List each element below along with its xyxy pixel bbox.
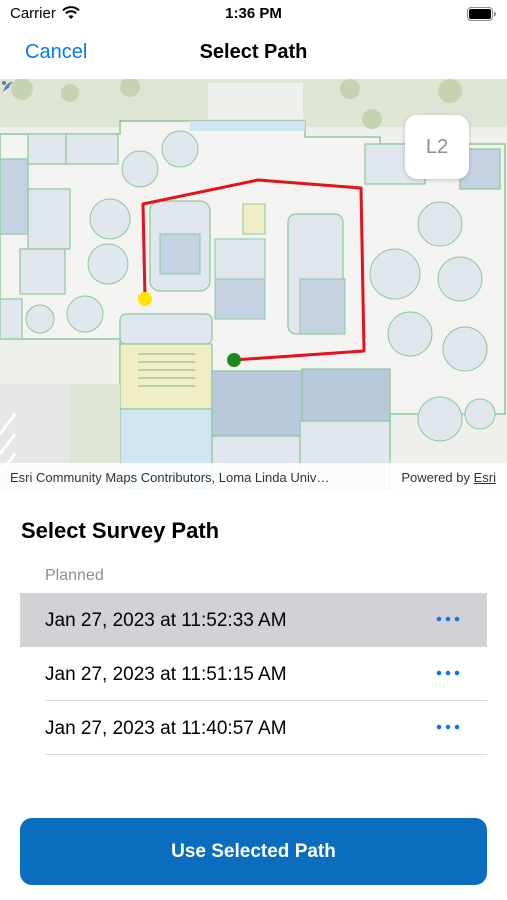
powered-by-prefix: Powered by bbox=[401, 470, 470, 485]
path-row[interactable]: Jan 27, 2023 at 11:51:15 AM bbox=[20, 647, 487, 701]
battery-icon bbox=[467, 7, 496, 21]
path-row[interactable]: Jan 27, 2023 at 11:52:33 AM bbox=[20, 593, 487, 647]
map-attribution: Esri Community Maps Contributors, Loma L… bbox=[0, 463, 507, 490]
more-options-icon[interactable] bbox=[434, 607, 462, 631]
esri-logo-icon bbox=[2, 81, 13, 92]
path-row-label: Jan 27, 2023 at 11:52:33 AM bbox=[45, 610, 287, 631]
status-bar: Carrier 1:36 PM bbox=[0, 0, 507, 28]
status-time: 1:36 PM bbox=[225, 5, 282, 22]
use-selected-path-button[interactable]: Use Selected Path bbox=[20, 818, 487, 885]
survey-path-list: Jan 27, 2023 at 11:52:33 AM Jan 27, 2023… bbox=[20, 593, 487, 755]
floor-selector-button[interactable]: L2 bbox=[405, 115, 469, 179]
path-row-label: Jan 27, 2023 at 11:40:57 AM bbox=[45, 718, 287, 739]
esri-link[interactable]: Esri bbox=[474, 470, 496, 485]
navigation-bar: Cancel Select Path bbox=[0, 28, 507, 78]
path-row[interactable]: Jan 27, 2023 at 11:40:57 AM bbox=[20, 701, 487, 755]
attribution-text: Esri Community Maps Contributors, Loma L… bbox=[10, 470, 330, 485]
path-end-marker bbox=[227, 353, 241, 367]
page-title: Select Path bbox=[199, 41, 308, 63]
row-divider bbox=[45, 754, 487, 755]
path-row-label: Jan 27, 2023 at 11:51:15 AM bbox=[45, 664, 287, 685]
indoor-map[interactable]: L2 Esri Community Maps Contributors, Lom… bbox=[0, 79, 507, 490]
path-start-marker bbox=[138, 292, 152, 306]
more-options-icon[interactable] bbox=[434, 661, 462, 685]
more-options-icon[interactable] bbox=[434, 715, 462, 739]
list-section-header: Planned bbox=[45, 567, 104, 584]
powered-by: Powered by Esri bbox=[401, 470, 496, 485]
section-title: Select Survey Path bbox=[21, 518, 220, 543]
